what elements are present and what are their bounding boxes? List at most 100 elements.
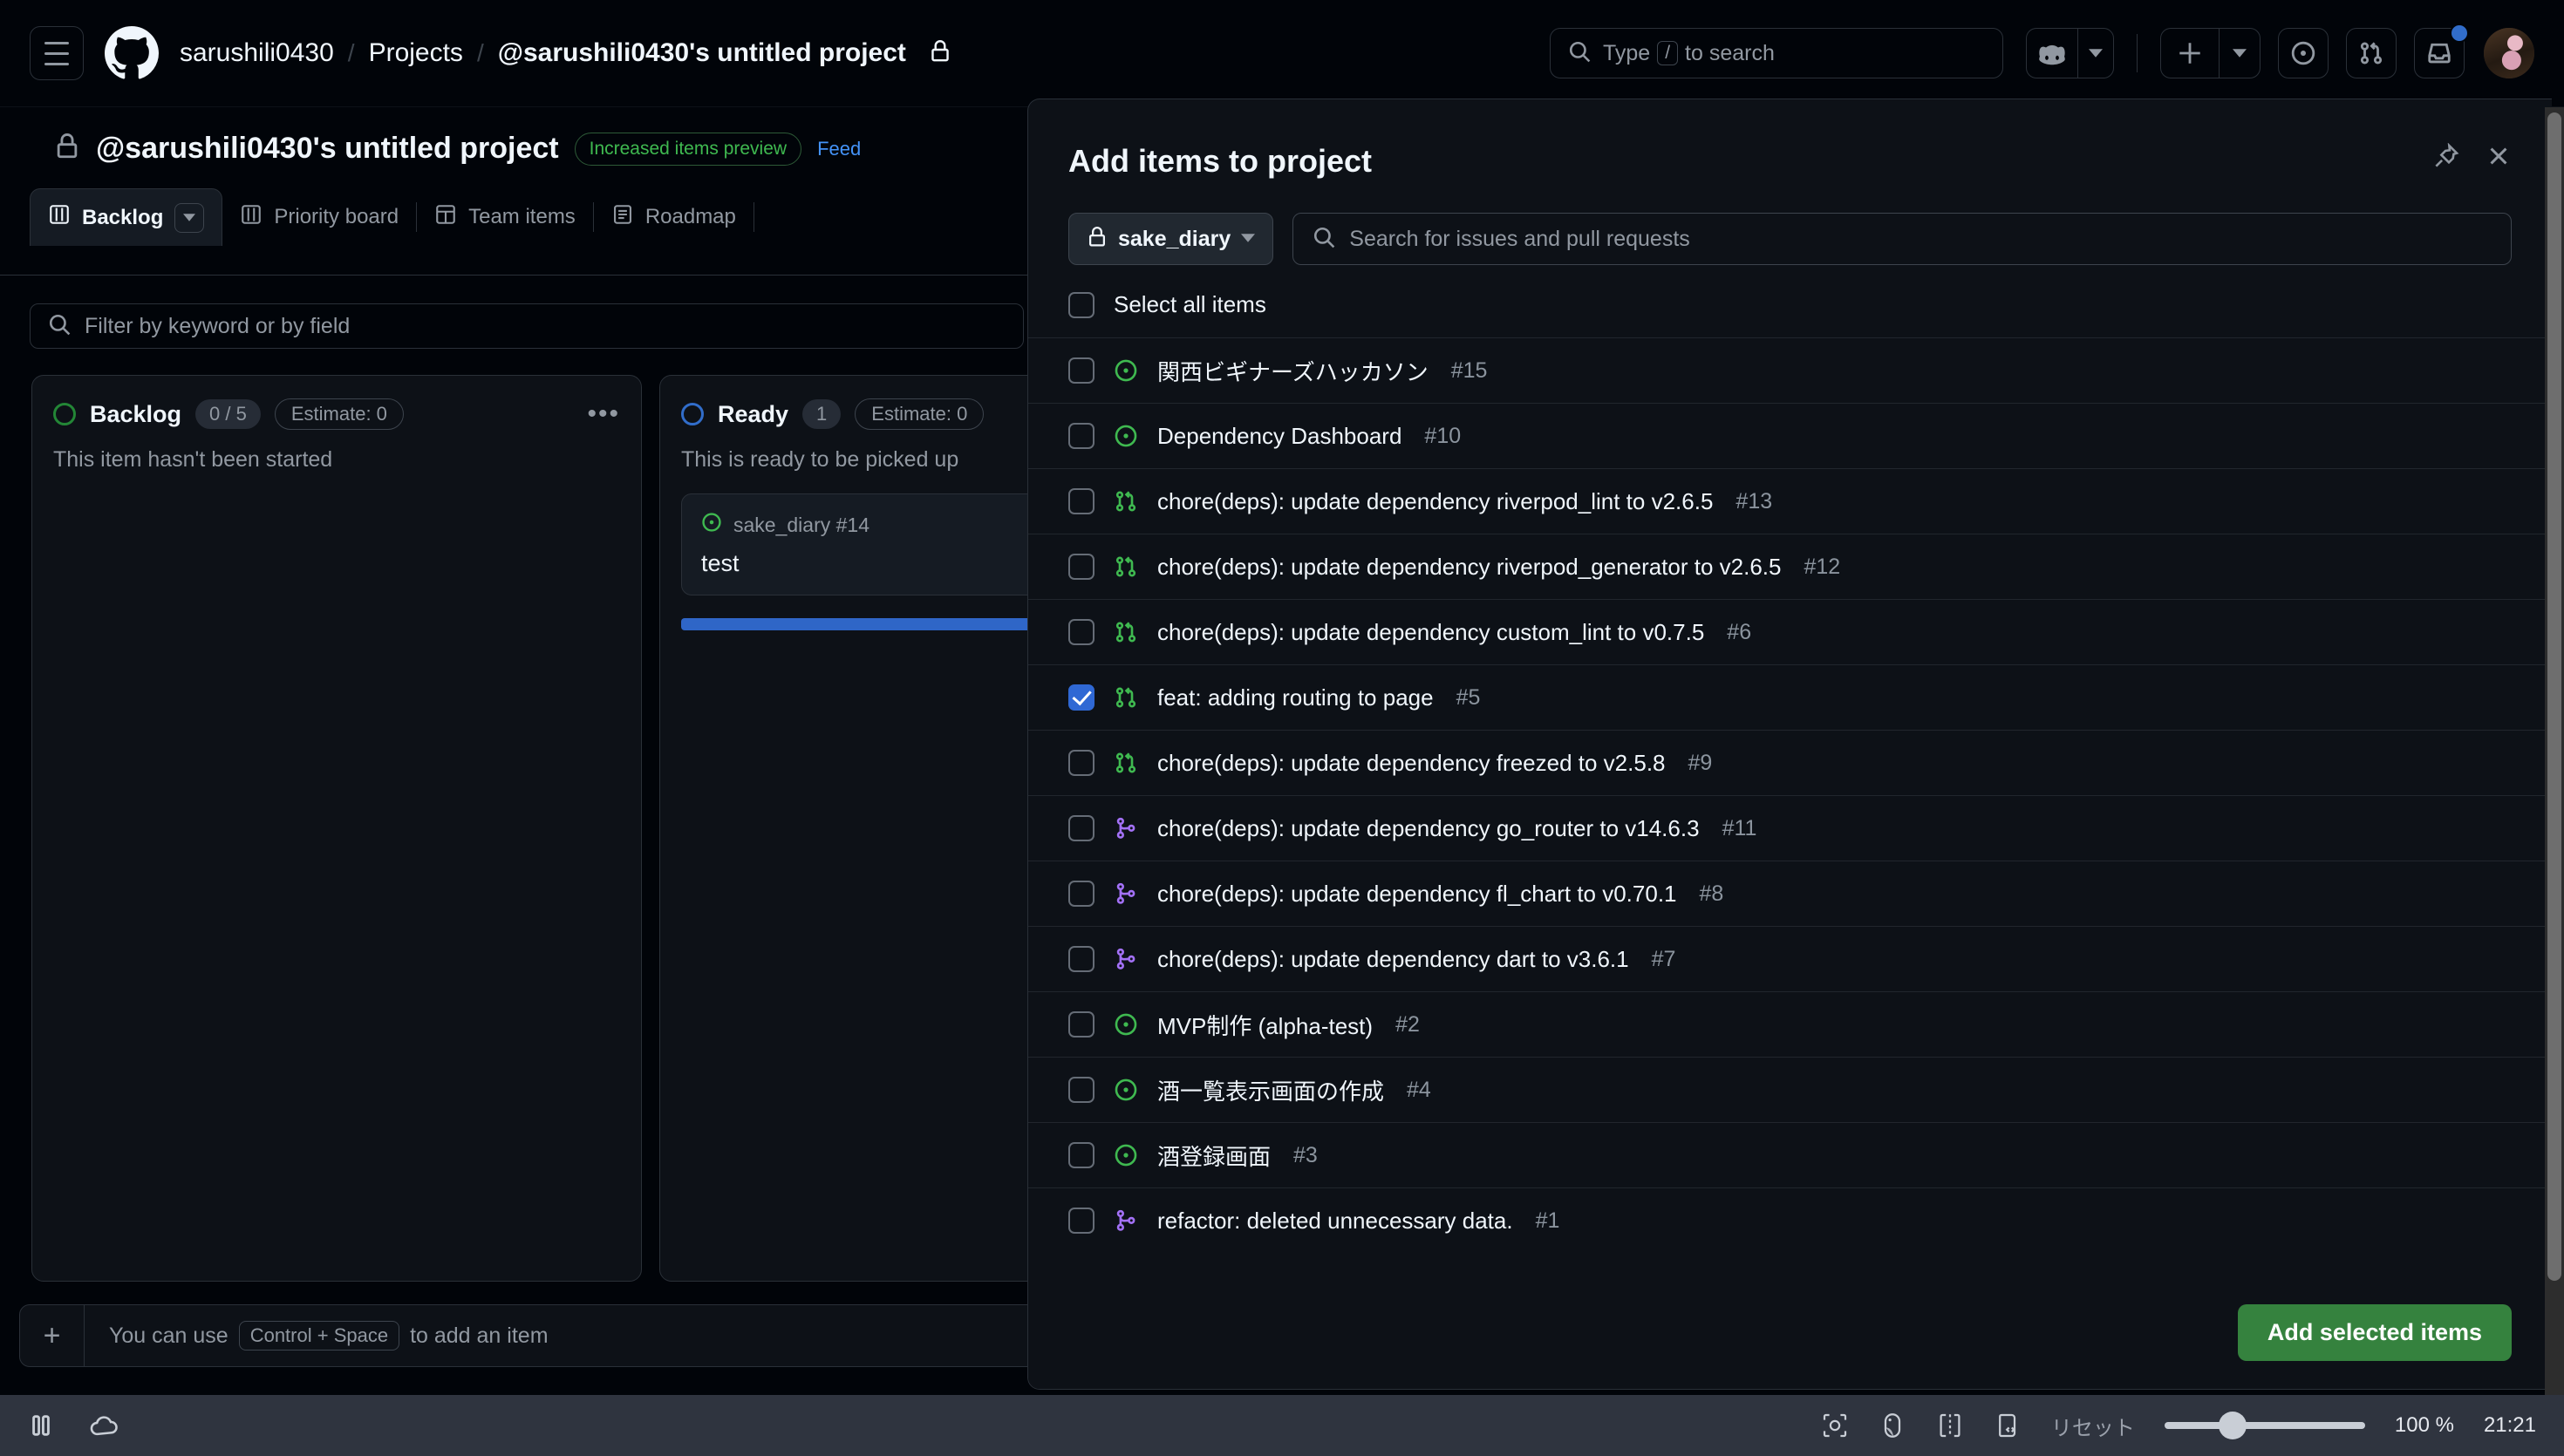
filter-placeholder: Filter by keyword or by field [85, 313, 351, 338]
table-view-icon [434, 203, 457, 232]
list-item[interactable]: chore(deps): update dependency custom_li… [1028, 599, 2552, 664]
list-item[interactable]: 酒一覧表示画面の作成 #4 [1028, 1057, 2552, 1122]
tab-priority-board[interactable]: Priority board [222, 188, 416, 246]
list-item[interactable]: chore(deps): update dependency fl_chart … [1028, 861, 2552, 926]
item-number: #13 [1735, 488, 1773, 514]
pin-icon[interactable] [2433, 143, 2459, 169]
hamburger-icon[interactable] [30, 26, 84, 80]
list-item[interactable]: chore(deps): update dependency riverpod_… [1028, 468, 2552, 534]
list-item[interactable]: chore(deps): update dependency dart to v… [1028, 926, 2552, 991]
filter-input[interactable]: Filter by keyword or by field [30, 303, 1024, 349]
dialog-search-placeholder: Search for issues and pull requests [1349, 226, 1690, 251]
add-selected-items-button[interactable]: Add selected items [2237, 1303, 2512, 1361]
item-title: chore(deps): update dependency freezed t… [1157, 749, 1666, 776]
dialog-search-input[interactable]: Search for issues and pull requests [1292, 213, 2512, 265]
copilot-chevron-down-icon[interactable] [2077, 28, 2114, 78]
item-number: #8 [1699, 881, 1724, 906]
repo-selector-label: sake_diary [1118, 226, 1231, 251]
item-title: MVP制作 (alpha-test) [1157, 1012, 1374, 1039]
item-checkbox[interactable] [1068, 1208, 1094, 1234]
item-checkbox[interactable] [1068, 423, 1094, 449]
search-input[interactable]: Type / to search [1550, 28, 2003, 78]
avatar[interactable] [2484, 28, 2534, 78]
item-checkbox[interactable] [1068, 1142, 1094, 1168]
feedback-link[interactable]: Feed [817, 138, 861, 160]
column-title: Ready [718, 400, 789, 427]
add-item-row[interactable]: + You can use Control + Space to add an … [19, 1304, 1045, 1367]
page-scrollbar[interactable] [2545, 107, 2564, 1395]
list-item[interactable]: 酒登録画面 #3 [1028, 1122, 2552, 1187]
project-title-row: @sarushili0430's untitled project Increa… [0, 107, 1055, 166]
select-all-row[interactable]: Select all items [1028, 265, 2552, 337]
item-checkbox[interactable] [1068, 684, 1094, 711]
list-item[interactable]: 関西ビギナーズハッカソン #15 [1028, 337, 2552, 403]
add-item-hint-before: You can use [109, 1323, 228, 1348]
list-item[interactable]: chore(deps): update dependency freezed t… [1028, 730, 2552, 795]
reset-zoom-button[interactable]: リセット [2051, 1411, 2135, 1441]
page-scrollbar-thumb[interactable] [2547, 112, 2561, 1281]
item-checkbox[interactable] [1068, 619, 1094, 645]
project-header: @sarushili0430's untitled project Increa… [0, 107, 1055, 246]
add-item-hint-after: to add an item [410, 1323, 549, 1348]
search-slash-key: / [1657, 41, 1679, 65]
list-item[interactable]: feat: adding routing to page #5 [1028, 664, 2552, 730]
mouse-icon[interactable] [1879, 1412, 1906, 1439]
kebab-horizontal-icon[interactable]: ••• [587, 399, 620, 429]
issue-opened-icon [1114, 1012, 1138, 1037]
copilot-split-button [2026, 28, 2114, 78]
plus-icon[interactable]: + [20, 1305, 85, 1366]
screenshot-icon[interactable] [1821, 1412, 1849, 1439]
item-checkbox[interactable] [1068, 750, 1094, 776]
list-item[interactable]: Dependency Dashboard #10 [1028, 403, 2552, 468]
item-title: 関西ビギナーズハッカソン [1157, 358, 1429, 385]
pause-icon[interactable] [28, 1412, 54, 1439]
pull-requests-icon[interactable] [2346, 28, 2397, 78]
select-all-checkbox[interactable] [1068, 291, 1094, 318]
item-number: #9 [1688, 750, 1713, 775]
tab-chevron-down-icon[interactable] [174, 202, 205, 233]
list-item[interactable]: MVP制作 (alpha-test) #2 [1028, 991, 2552, 1057]
column-count: 0 / 5 [195, 399, 261, 429]
status-badge: Increased items preview [574, 132, 802, 166]
git-pull-request-icon [1114, 620, 1138, 644]
plus-icon[interactable] [2160, 28, 2219, 78]
item-number: #6 [1727, 619, 1752, 644]
breadcrumb-project[interactable]: @sarushili0430's untitled project [498, 38, 906, 68]
lock-icon [1087, 226, 1108, 252]
tab-team-items[interactable]: Team items [417, 188, 593, 246]
tab-backlog[interactable]: Backlog [30, 188, 223, 246]
breadcrumb-section[interactable]: Projects [369, 38, 463, 68]
create-new-split-button [2160, 28, 2261, 78]
item-checkbox[interactable] [1068, 488, 1094, 514]
list-item[interactable]: chore(deps): update dependency go_router… [1028, 795, 2552, 861]
issues-icon[interactable] [2278, 28, 2329, 78]
item-checkbox[interactable] [1068, 357, 1094, 384]
list-item[interactable]: chore(deps): update dependency riverpod_… [1028, 534, 2552, 599]
repo-selector[interactable]: sake_diary [1068, 213, 1274, 265]
copilot-icon[interactable] [2026, 28, 2077, 78]
inbox-icon[interactable] [2414, 24, 2469, 78]
item-number: #7 [1651, 946, 1676, 971]
item-checkbox[interactable] [1068, 1011, 1094, 1038]
zoom-slider[interactable] [2164, 1412, 2365, 1439]
roadmap-view-icon [611, 203, 634, 232]
devtools-icon[interactable] [1994, 1412, 2022, 1439]
item-checkbox[interactable] [1068, 1077, 1094, 1103]
item-checkbox[interactable] [1068, 946, 1094, 972]
tab-roadmap[interactable]: Roadmap [594, 188, 754, 246]
status-dot-icon [681, 403, 704, 425]
git-merge-icon [1114, 816, 1138, 840]
search-icon [1568, 40, 1591, 67]
zoom-slider-knob[interactable] [2218, 1412, 2247, 1439]
list-item[interactable]: refactor: deleted unnecessary data. #1 [1028, 1187, 2552, 1253]
item-checkbox[interactable] [1068, 881, 1094, 907]
github-logo-icon[interactable] [105, 26, 159, 80]
breadcrumb-owner[interactable]: sarushili0430 [180, 38, 334, 68]
close-icon[interactable] [2486, 143, 2512, 169]
page-title: @sarushili0430's untitled project [96, 132, 559, 165]
cloud-icon[interactable] [89, 1412, 120, 1439]
selection-icon[interactable] [1936, 1412, 1964, 1439]
item-checkbox[interactable] [1068, 554, 1094, 580]
item-checkbox[interactable] [1068, 815, 1094, 841]
create-new-chevron-down-icon[interactable] [2219, 28, 2261, 78]
